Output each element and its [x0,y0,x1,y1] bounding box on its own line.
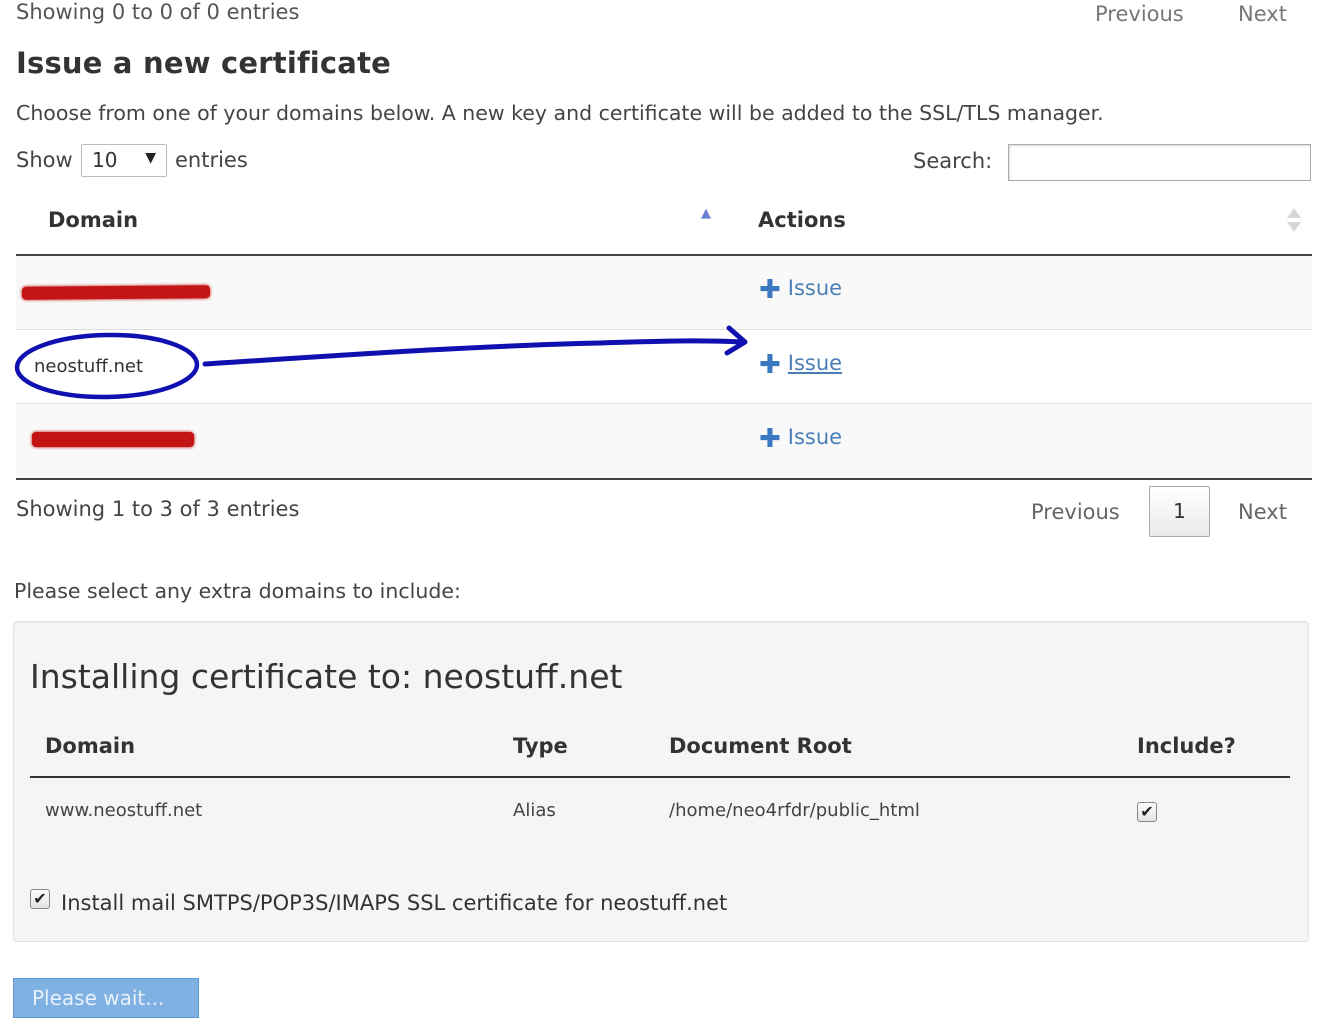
bottom-pagination-status: Showing 1 to 3 of 3 entries [16,497,300,521]
table-footer-divider [16,478,1312,480]
mail-ssl-label[interactable]: Install mail SMTPS/POP3S/IMAPS SSL certi… [61,891,727,915]
table-row [16,256,1312,330]
top-next-link[interactable]: Next [1238,2,1287,26]
extra-header-type: Type [513,734,568,758]
table-row [16,404,1312,478]
bottom-previous-link[interactable]: Previous [1031,500,1120,524]
show-label: Show [16,148,73,172]
table-row [16,330,1312,404]
install-title: Installing certificate to: neostuff.net [30,657,623,696]
entries-per-page-select[interactable]: 10 ▼ [81,144,167,177]
extra-domains-label: Please select any extra domains to inclu… [14,579,461,603]
sort-both-icon[interactable] [1287,206,1303,236]
extra-header-divider [30,776,1290,778]
issue-link-label: Issue [787,351,843,375]
search-input[interactable] [1008,144,1311,181]
column-header-actions[interactable]: Actions [758,208,846,232]
issue-link[interactable]: ✚ Issue [759,424,842,454]
column-header-domain[interactable]: Domain [48,208,138,232]
extra-type-cell: Alias [513,800,556,821]
entries-per-page-value: 10 [92,148,118,172]
plus-icon: ✚ [759,424,781,454]
plus-icon: ✚ [759,275,781,305]
issue-link[interactable]: ✚ Issue [759,275,842,305]
checkmark-icon: ✔ [33,889,47,908]
redacted-domain-mark [32,432,194,447]
extra-domain-cell: www.neostuff.net [45,800,203,821]
extra-header-domain: Domain [45,734,136,758]
top-previous-link[interactable]: Previous [1095,2,1184,26]
issue-link-label: Issue [787,425,843,449]
please-wait-button[interactable]: Please wait... [13,978,199,1018]
bottom-next-link[interactable]: Next [1238,500,1287,524]
redacted-domain-mark [21,285,211,300]
plus-icon: ✚ [759,350,781,380]
page-title: Issue a new certificate [16,46,392,80]
search-label: Search: [913,149,993,173]
domain-cell: neostuff.net [34,356,144,377]
issue-link[interactable]: ✚ Issue [759,350,842,380]
extra-header-document-root: Document Root [669,734,852,758]
extra-docroot-cell: /home/neo4rfdr/public_html [669,800,920,821]
top-pagination-status: Showing 0 to 0 of 0 entries [16,0,300,24]
entries-label: entries [175,148,248,172]
extra-header-include: Include? [1137,734,1236,758]
sort-ascending-icon[interactable]: ▲ [701,206,711,221]
dropdown-arrow-icon: ▼ [145,150,156,166]
checkmark-icon: ✔ [1140,802,1154,821]
include-checkbox[interactable]: ✔ [1137,802,1157,822]
page-1-button[interactable]: 1 [1149,486,1210,537]
section-description: Choose from one of your domains below. A… [16,101,1104,125]
issue-link-label: Issue [787,276,843,300]
mail-ssl-checkbox[interactable]: ✔ [30,889,50,909]
